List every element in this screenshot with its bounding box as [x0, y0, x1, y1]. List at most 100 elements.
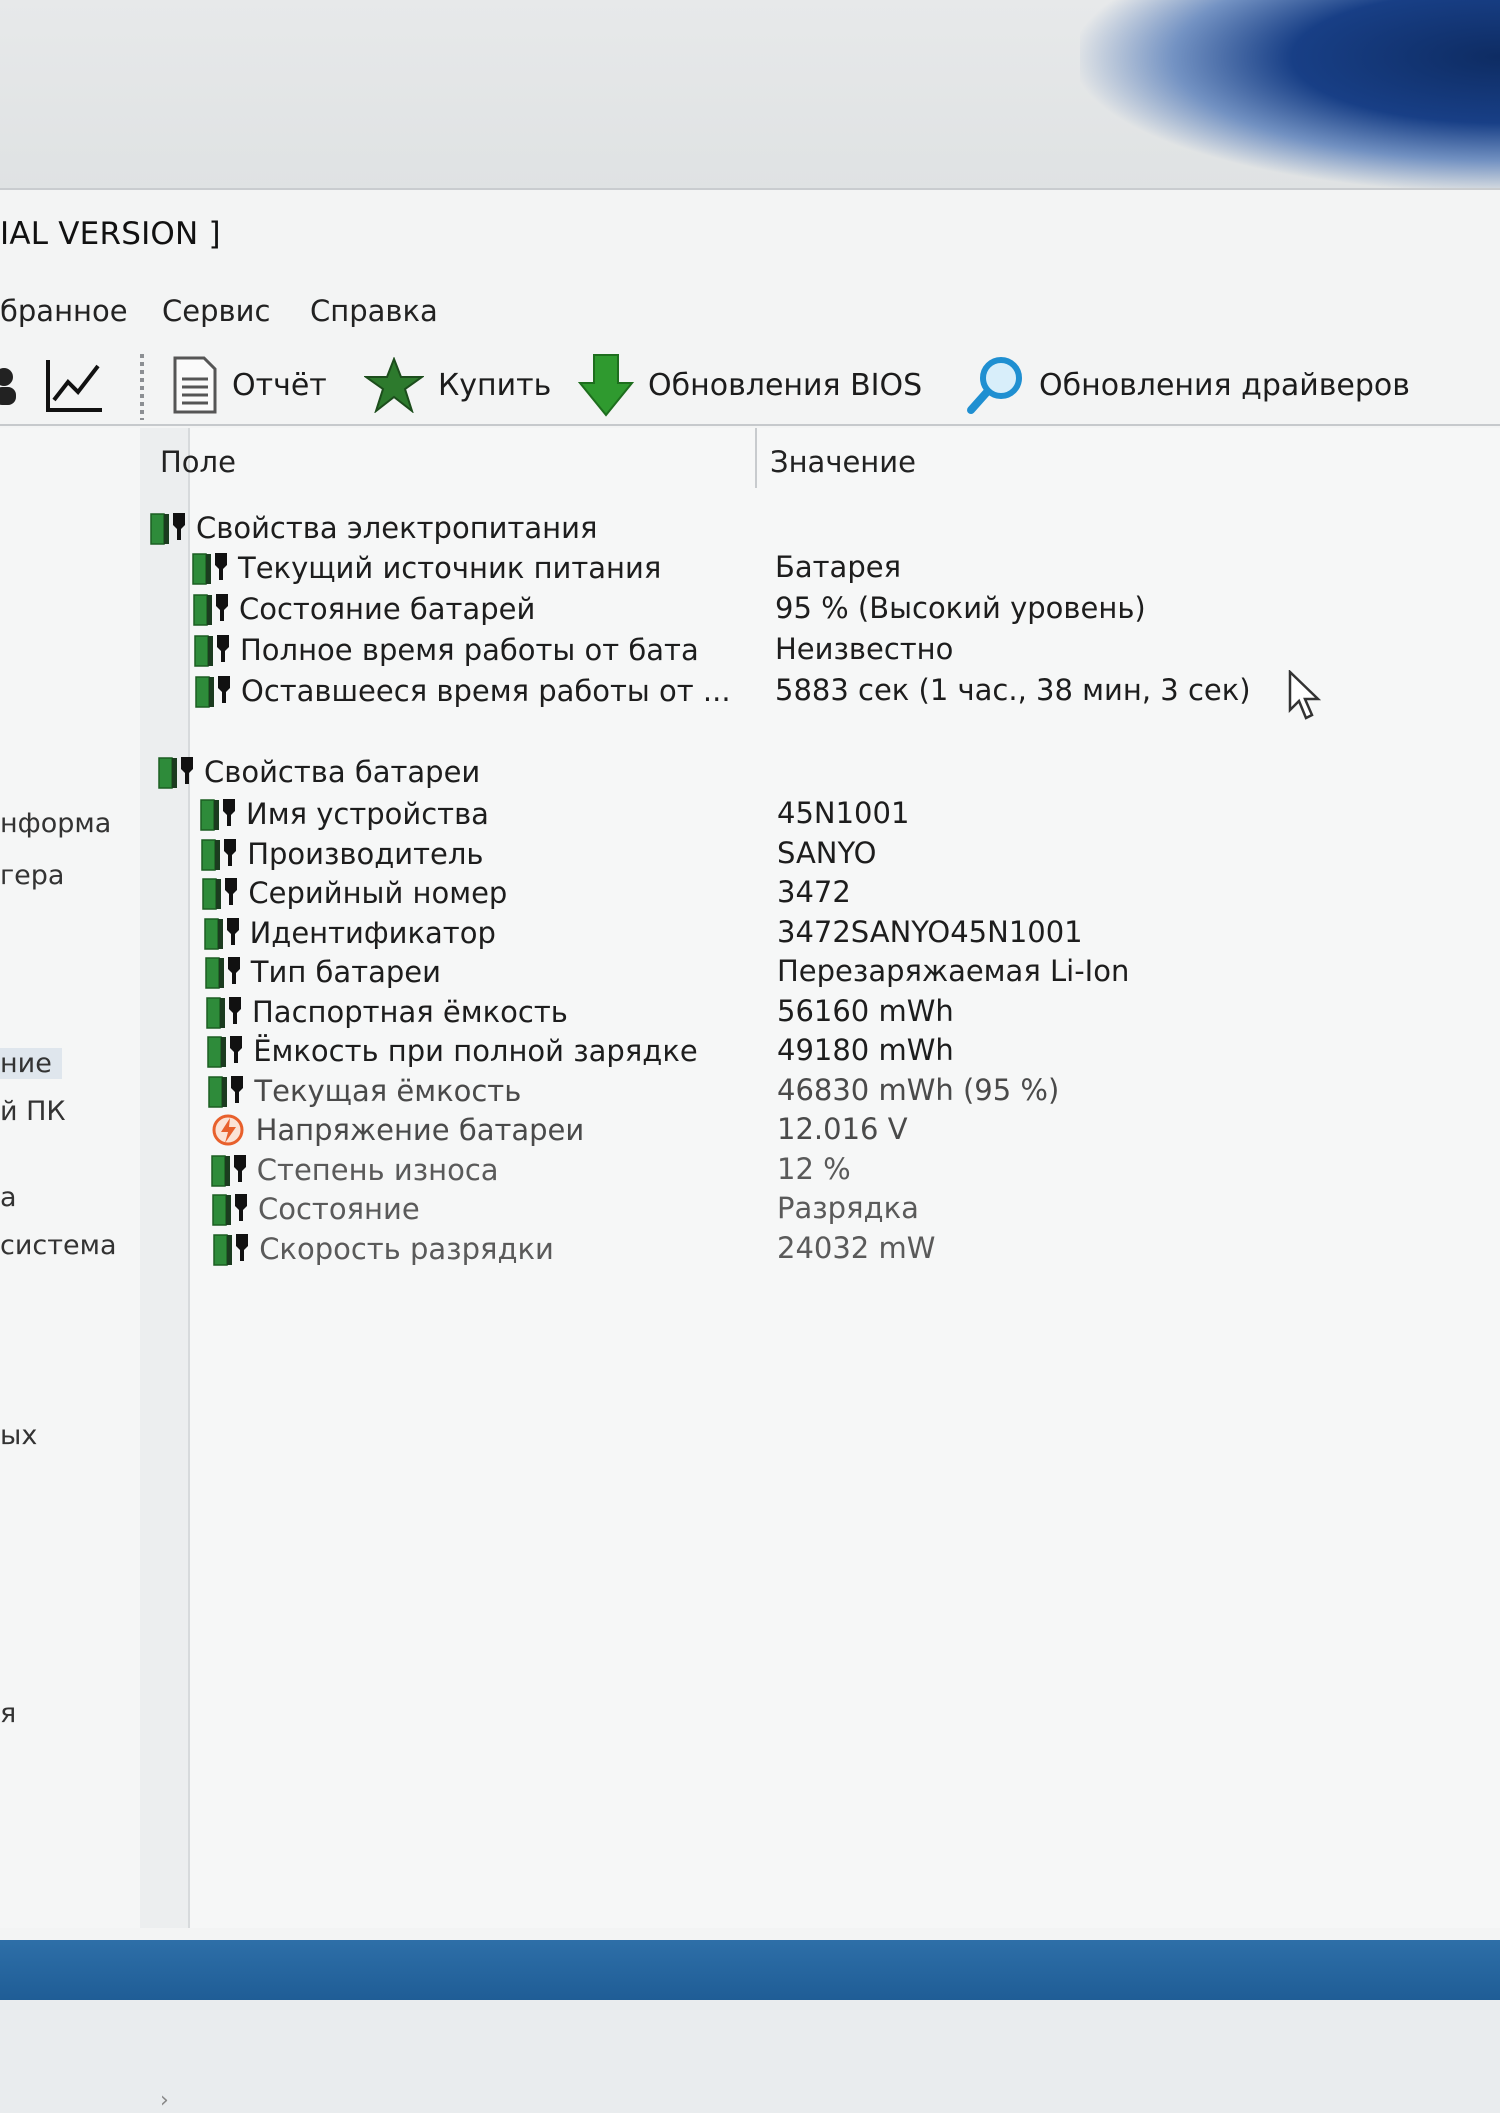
buy-label: Купить: [438, 367, 552, 403]
menu-service[interactable]: Сервис: [162, 294, 270, 328]
group-title: Свойства электропитания: [196, 511, 598, 545]
property-field: Напряжение батареи: [210, 1112, 584, 1148]
splitter[interactable]: [140, 428, 190, 1928]
tree-item[interactable]: нформа: [0, 808, 111, 839]
window-title: IAL VERSION ]: [0, 216, 221, 252]
property-row[interactable]: Имя устройства 45N1001: [190, 792, 1490, 836]
benchmark-button[interactable]: [44, 350, 106, 420]
driver-updates-label: Обновления драйверов: [1039, 367, 1410, 403]
column-value-label: Значение: [770, 445, 916, 479]
property-value: Разрядка: [777, 1191, 919, 1225]
report-icon: [173, 356, 217, 414]
property-name: Текущая ёмкость: [254, 1073, 522, 1108]
properties-list: Поле Значение Свойства электропитания Тек…: [150, 428, 1500, 1928]
property-row[interactable]: Паспортная ёмкость 56160 mWh: [190, 990, 1490, 1034]
property-name: Полное время работы от бата: [240, 633, 699, 667]
user-icon: [0, 368, 16, 405]
property-row[interactable]: Полное время работы от бата Неизвестно: [190, 628, 1490, 672]
battery-icon: [207, 1036, 243, 1068]
group-header[interactable]: Свойства электропитания: [150, 506, 1490, 550]
battery-icon: [208, 1075, 244, 1108]
property-row[interactable]: Состояние батарей 95 % (Высокий уровень): [190, 587, 1490, 631]
group-title: Свойства батареи: [204, 755, 481, 789]
buy-button[interactable]: Купить: [364, 350, 551, 420]
voltage-icon: [212, 1114, 244, 1146]
battery-icon: [150, 513, 185, 545]
property-field: Скорость разрядки: [213, 1231, 554, 1267]
tree-item[interactable]: система: [0, 1230, 117, 1261]
tree-item[interactable]: я: [0, 1698, 16, 1729]
property-field: Степень износа: [211, 1152, 499, 1188]
report-label: Отчёт: [232, 367, 327, 403]
property-row[interactable]: Серийный номер 3472: [190, 871, 1490, 915]
title-bar: IAL VERSION ]: [0, 212, 1500, 266]
property-value: Батарея: [775, 550, 902, 584]
property-name: Оставшееся время работы от ...: [241, 674, 731, 708]
wallpaper-decoration: [1080, 0, 1500, 190]
property-row[interactable]: Скорость разрядки 24032 mW: [190, 1227, 1490, 1271]
battery-icon: [193, 594, 228, 626]
property-name: Паспортная ёмкость: [252, 994, 568, 1029]
taskbar-area: [0, 1940, 1500, 2000]
property-value: 45N1001: [777, 796, 910, 830]
property-row[interactable]: Производитель SANYO: [190, 832, 1490, 876]
property-value: 12.016 V: [777, 1112, 908, 1146]
property-row[interactable]: Тип батареи Перезаряжаемая Li-Ion: [190, 950, 1490, 994]
property-field: Текущая ёмкость: [208, 1073, 521, 1109]
property-row[interactable]: Напряжение батареи 12.016 V: [190, 1108, 1490, 1152]
battery-icon: [203, 917, 239, 950]
battery-icon: [158, 757, 193, 789]
group-header[interactable]: Свойства батареи: [158, 750, 1490, 794]
tree-item[interactable]: й ПК: [0, 1096, 66, 1127]
group-header-field: Свойства батареи: [158, 754, 480, 790]
property-name: Скорость разрядки: [259, 1231, 554, 1266]
report-button[interactable]: Отчёт: [172, 350, 327, 420]
property-name: Идентификатор: [249, 915, 496, 950]
menu-favorites[interactable]: бранное: [0, 294, 128, 328]
battery-icon: [194, 635, 229, 667]
battery-icon: [213, 1233, 249, 1266]
property-row[interactable]: Ёмкость при полной зарядке 49180 mWh: [190, 1029, 1490, 1073]
property-field: Состояние батарей: [193, 591, 535, 627]
battery-icon: [211, 1154, 246, 1187]
battery-icon: [192, 553, 227, 585]
column-divider[interactable]: [755, 428, 757, 488]
property-field: Состояние: [212, 1191, 420, 1227]
property-name: Текущий источник питания: [238, 551, 662, 585]
property-value: Перезаряжаемая Li-Ion: [777, 954, 1130, 988]
property-value: 95 % (Высокий уровень): [775, 591, 1146, 625]
menu-help[interactable]: Справка: [310, 294, 438, 328]
property-row[interactable]: Текущая ёмкость 46830 mWh (95 %): [190, 1069, 1490, 1113]
property-value: 49180 mWh: [777, 1033, 954, 1067]
property-field: Оставшееся время работы от ...: [195, 673, 731, 709]
scroll-arrow-icon[interactable]: ›: [160, 2088, 169, 2113]
property-name: Имя устройства: [246, 797, 489, 831]
navigation-tree: нформа гера ние й ПК а система ых я: [0, 428, 142, 1928]
search-icon: [967, 357, 1022, 414]
column-header-value[interactable]: Значение: [770, 434, 916, 490]
property-field: Производитель: [201, 836, 484, 872]
property-row[interactable]: Степень износа 12 %: [190, 1148, 1490, 1192]
property-field: Полное время работы от бата: [194, 632, 699, 668]
property-value: 56160 mWh: [777, 993, 954, 1028]
app-window: IAL VERSION ] бранное Сервис Справка Отч: [0, 188, 1500, 2113]
property-field: Паспортная ёмкость: [206, 994, 568, 1030]
property-name: Тип батареи: [250, 955, 441, 989]
download-arrow-icon: [578, 354, 634, 417]
property-row[interactable]: Идентификатор 3472SANYO45N1001: [190, 911, 1490, 955]
tree-item[interactable]: гера: [0, 860, 64, 891]
battery-icon: [195, 676, 230, 708]
toolbar: Отчёт Купить Обновления BIOS Обновления …: [0, 350, 1500, 426]
tree-item-selected[interactable]: ние: [0, 1048, 62, 1079]
property-value: 12 %: [777, 1151, 851, 1186]
driver-updates-button[interactable]: Обновления драйверов: [965, 350, 1410, 420]
column-header-field[interactable]: Поле: [160, 434, 236, 490]
tree-item[interactable]: а: [0, 1182, 17, 1213]
bios-updates-button[interactable]: Обновления BIOS: [578, 350, 922, 420]
property-row[interactable]: Состояние Разрядка: [190, 1187, 1490, 1231]
battery-icon: [202, 878, 238, 910]
user-button[interactable]: [0, 350, 18, 420]
battery-icon: [200, 799, 235, 831]
property-row[interactable]: Текущий источник питания Батарея: [190, 546, 1490, 590]
tree-item[interactable]: ых: [0, 1420, 37, 1451]
